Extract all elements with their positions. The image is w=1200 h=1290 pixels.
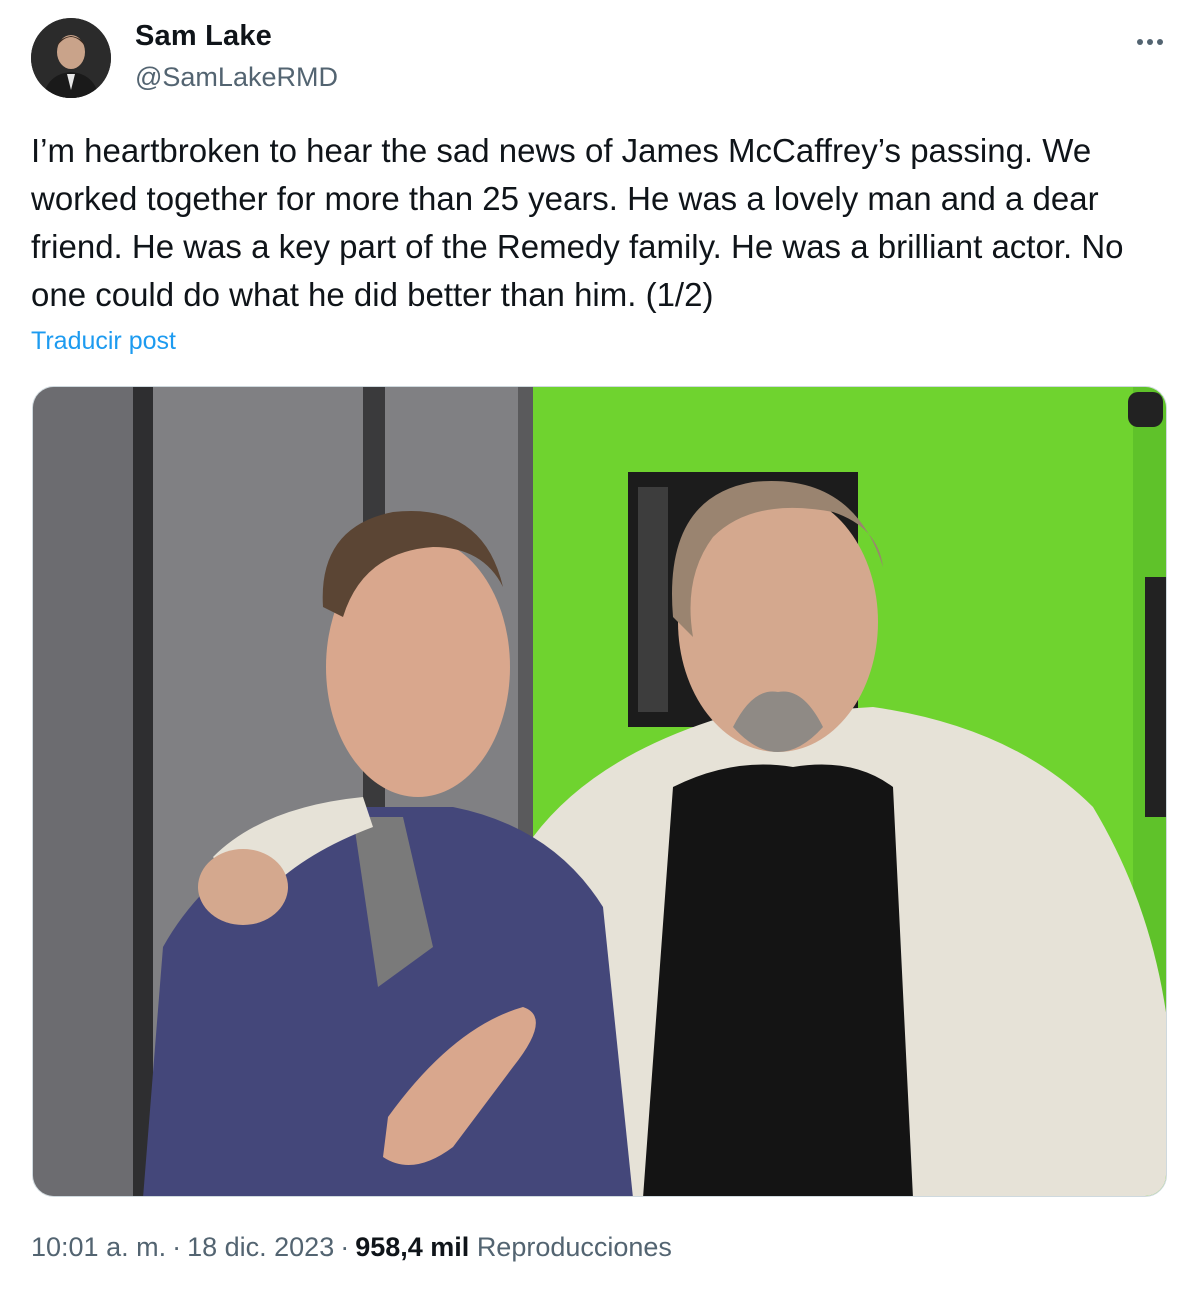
meta-separator: ·: [340, 1232, 350, 1262]
post-text: I’m heartbroken to hear the sad news of …: [31, 132, 1124, 313]
author-handle[interactable]: @SamLakeRMD: [135, 62, 338, 93]
photo-image: [33, 387, 1166, 1196]
views-count: 958,4 mil: [355, 1232, 470, 1262]
meta-separator: ·: [172, 1232, 182, 1262]
post-date[interactable]: 18 dic. 2023: [187, 1232, 334, 1262]
tweet: Sam Lake @SamLakeRMD I’m heartbroken to …: [0, 0, 1200, 1290]
post-photo[interactable]: [32, 386, 1167, 1197]
views-label: Reproducciones: [476, 1232, 672, 1262]
avatar[interactable]: [31, 18, 111, 98]
translate-link[interactable]: Traducir post: [31, 327, 176, 356]
avatar-image: [31, 18, 111, 98]
post-meta: 10:01 a. m. · 18 dic. 2023 · 958,4 mil Repro…: [31, 1232, 672, 1263]
more-options-icon[interactable]: [1130, 22, 1170, 62]
author-name[interactable]: Sam Lake: [135, 20, 272, 53]
post-time[interactable]: 10:01 a. m.: [31, 1232, 166, 1262]
